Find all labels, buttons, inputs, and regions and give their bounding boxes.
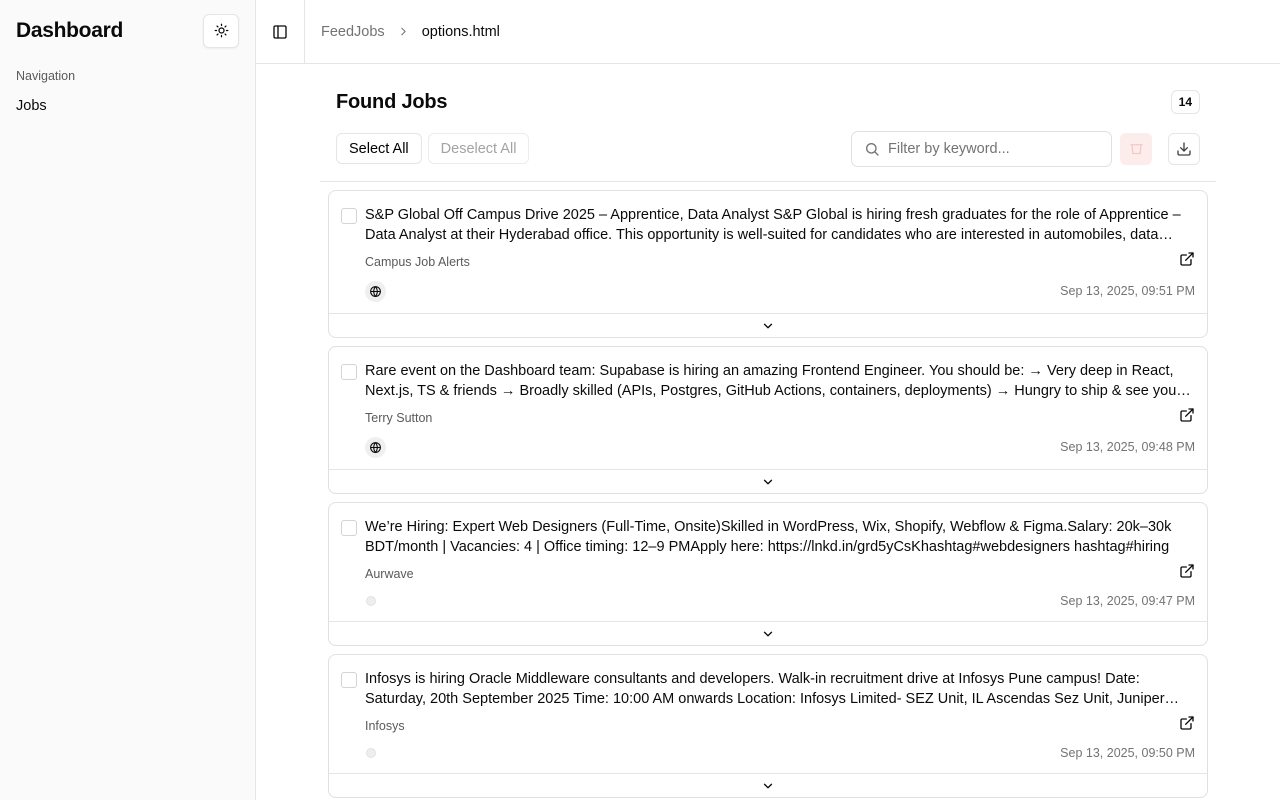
- panel-left-icon: [273, 24, 287, 39]
- sidebar: Dashboard Navigation Jobs: [0, 0, 256, 800]
- expand-button[interactable]: [329, 469, 1207, 493]
- job-text: Infosys is hiring Oracle Middleware cons…: [365, 671, 1165, 707]
- job-author: Aurwave: [365, 566, 414, 581]
- job-date: Sep 13, 2025, 09:47 PM: [1060, 594, 1195, 608]
- toolbar: Select All Deselect All: [320, 124, 1216, 170]
- jobs-panel: Found Jobs 14 Select All Deselect All Fi…: [320, 64, 1216, 798]
- chevron-down-icon: [763, 631, 773, 636]
- job-date: Sep 13, 2025, 09:51 PM: [1060, 284, 1195, 298]
- panel-header: Found Jobs 14: [320, 64, 1216, 124]
- breadcrumb-link-feedjobs[interactable]: FeedJobs: [321, 24, 385, 40]
- job-checkbox[interactable]: [341, 672, 357, 688]
- chevron-right-icon: [397, 25, 410, 38]
- job-checkbox[interactable]: [341, 364, 357, 380]
- select-all-button[interactable]: Select All: [336, 133, 422, 164]
- sidebar-title: Dashboard: [16, 18, 123, 42]
- job-card: We’re Hiring: Expert Web Designers (Full…: [328, 502, 1208, 646]
- chevron-down-icon: [763, 783, 773, 788]
- job-card: Infosys is hiring Oracle Middleware cons…: [328, 654, 1208, 798]
- job-checkbox[interactable]: [341, 208, 357, 224]
- sidebar-item-jobs[interactable]: Jobs: [0, 83, 255, 114]
- sun-icon: [214, 23, 228, 38]
- job-author: Terry Sutton: [365, 410, 433, 425]
- count-badge: 14: [1170, 90, 1200, 114]
- expand-button[interactable]: [329, 621, 1207, 645]
- search-icon: [866, 142, 879, 156]
- job-author: Campus Job Alerts: [365, 254, 470, 269]
- sidebar-group-label: Navigation: [16, 69, 76, 83]
- search-box: [851, 130, 1112, 167]
- job-text: Rare event on the Dashboard team: Supaba…: [365, 363, 1182, 399]
- search-input[interactable]: [888, 140, 1098, 157]
- job-date: Sep 13, 2025, 09:48 PM: [1060, 440, 1195, 454]
- download-icon: [1177, 141, 1191, 156]
- delete-selected-button[interactable]: [1120, 132, 1152, 165]
- sidebar-toggle-button[interactable]: [256, 0, 305, 64]
- breadcrumb-current: options.html: [421, 23, 500, 40]
- main-area: FeedJobs options.html Found Jobs 14 Sele…: [256, 0, 1280, 800]
- chevron-down-icon: [763, 323, 773, 328]
- job-text: We’re Hiring: Expert Web Designers (Full…: [365, 519, 1172, 555]
- topbar: FeedJobs options.html: [256, 0, 1280, 64]
- jobs-list: S&P Global Off Campus Drive 2025 – Appre…: [320, 182, 1216, 798]
- external-link-icon[interactable]: [1179, 407, 1195, 428]
- source-placeholder-icon: [366, 748, 376, 758]
- deselect-all-button[interactable]: Deselect All: [427, 133, 530, 164]
- globe-icon: [365, 280, 386, 302]
- job-card: S&P Global Off Campus Drive 2025 – Appre…: [328, 190, 1208, 338]
- job-author: Infosys: [365, 718, 405, 733]
- external-link-icon[interactable]: [1179, 251, 1195, 272]
- job-checkbox[interactable]: [341, 520, 357, 536]
- expand-button[interactable]: [329, 313, 1207, 337]
- globe-icon: [365, 436, 386, 458]
- breadcrumb: FeedJobs options.html: [305, 24, 500, 40]
- trash-icon: [1129, 144, 1143, 155]
- export-button[interactable]: [1168, 132, 1200, 165]
- chevron-down-icon: [763, 479, 773, 484]
- external-link-icon[interactable]: [1179, 715, 1195, 736]
- source-placeholder-icon: [366, 596, 376, 606]
- external-link-icon[interactable]: [1179, 563, 1195, 584]
- expand-button[interactable]: [329, 773, 1207, 797]
- job-date: Sep 13, 2025, 09:50 PM: [1060, 746, 1195, 760]
- page-title: Found Jobs: [336, 90, 448, 113]
- sidebar-header: Dashboard: [0, 0, 255, 52]
- job-card: Rare event on the Dashboard team: Supaba…: [328, 346, 1208, 494]
- theme-toggle-button[interactable]: [203, 13, 239, 48]
- job-text: S&P Global Off Campus Drive 2025 – Appre…: [365, 207, 1181, 243]
